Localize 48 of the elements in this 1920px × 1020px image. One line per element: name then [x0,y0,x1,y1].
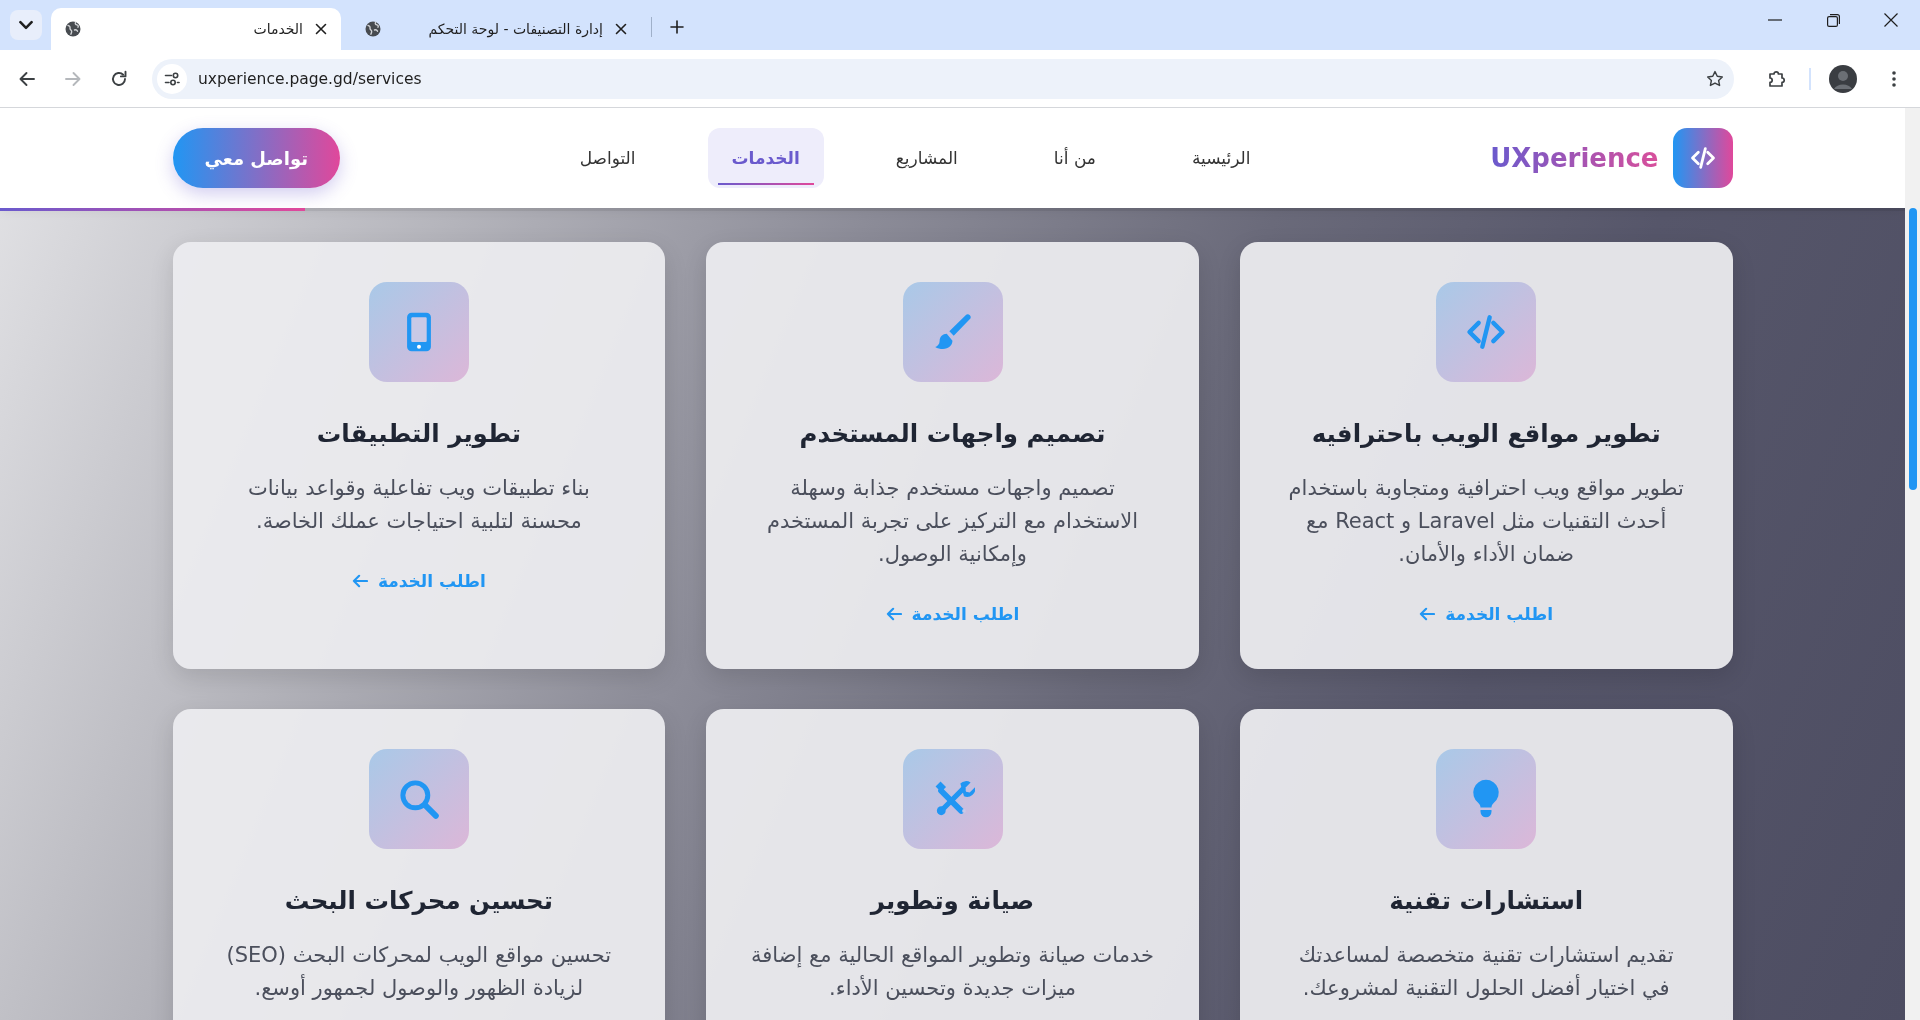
address-bar[interactable]: uxperience.page.gd/services [152,58,1734,99]
card-title: استشارات تقنية [1389,885,1584,917]
card-description: خدمات صيانة وتطوير المواقع الحالية مع إضافة ميزات جديدة وتحسين الأداء. [750,942,1155,1002]
close-icon[interactable] [615,23,627,35]
site-settings-icon[interactable] [157,63,187,94]
card-description: تقديم استشارات تقنية متخصصة لمساعدتك في اختيار أفضل الحلول التقنية لمشروعك. [1297,942,1675,1002]
magnifier-icon [368,749,469,849]
browser-tab[interactable]: إدارة التصنيفات - لوحة التحكم [351,8,641,50]
close-icon[interactable] [315,23,327,35]
reload-icon[interactable] [110,69,128,88]
star-icon[interactable] [1706,69,1724,88]
lightbulb-icon [1436,749,1537,849]
card-title: تحسين محركات البحث [284,885,553,917]
url-text: uxperience.page.gd/services [198,69,423,88]
card-description: تطوير مواقع ويب احترافية ومتجاوبة باستخدام أحدث التقنيات مثل Laravel و React مع ضمان الأداء والأمان. [1287,475,1685,568]
close-icon[interactable] [1884,13,1898,27]
card-title: تصميم واجهات المستخدم [799,418,1106,450]
contact-button[interactable]: تواصل معي [172,128,340,188]
back-icon[interactable] [18,69,36,88]
new-tab-icon[interactable] [670,20,684,34]
card-description: بناء تطبيقات ويب تفاعلية وقواعد بيانات محسنة لتلبية احتياجات عملك الخاصة. [246,475,591,535]
nav-link[interactable]: الخدمات [707,128,824,188]
code-icon[interactable] [1672,128,1733,188]
restore-icon[interactable] [1826,13,1840,27]
puzzle-icon[interactable] [1767,68,1787,89]
card-title: تطوير مواقع الويب باحترافيه [1311,418,1661,450]
nav-link[interactable]: المشاريع [871,128,982,188]
browser-tab[interactable]: الخدمات [51,8,341,50]
code-icon [1436,282,1537,382]
caret-down-icon [19,18,33,32]
page-scrollbar[interactable] [1905,108,1920,1020]
tools-icon [902,749,1003,849]
globe-icon [365,21,381,37]
globe-icon [65,21,81,37]
tab-search-button[interactable] [10,10,42,40]
card-title: صيانة وتطوير [870,885,1035,917]
nav-link[interactable]: الرئيسية [1167,128,1275,188]
arrow-left-icon [351,574,368,588]
brush-icon [902,282,1003,382]
nav-link[interactable]: التواصل [555,128,660,188]
arrow-left-icon [885,607,902,621]
card-description: تصميم واجهات مستخدم جذابة وسهلة الاستخدام مع التركيز على تجربة المستخدم وإمكانية الوصول. [765,475,1140,569]
nav-link[interactable]: من أنا [1029,128,1120,188]
phone-icon [368,282,469,382]
arrow-left-icon [1419,607,1436,621]
card-description: تحسين مواقع الويب لمحركات البحث (SEO) لزيادة الظهور والوصول لجمهور أوسع. [225,942,613,1002]
card-title: تطوير التطبيقات [316,418,521,450]
avatar-icon[interactable] [1829,64,1857,93]
